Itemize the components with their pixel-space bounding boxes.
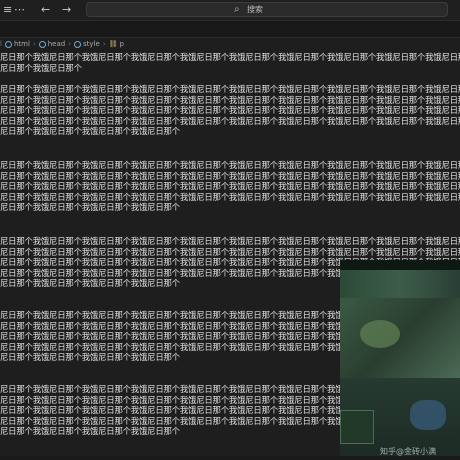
text-line: 尼日那个我饿尼日那个我饿尼日那个我饿尼日那个我饿尼日那个我饿尼日那个我饿尼日那个… — [0, 94, 460, 105]
element-icon — [38, 40, 46, 48]
text-line: 尼日那个我饿尼日那个我饿尼日那个我饿尼日那个 — [0, 126, 180, 136]
breadcrumb-item-style[interactable]: style — [74, 40, 100, 48]
title-bar: ≡ ⋯ ← → ⌕ 搜索 — [0, 0, 460, 21]
search-placeholder: 搜索 — [247, 5, 263, 14]
status-bar — [0, 456, 460, 460]
text-line: 尼日那个我饿尼日那个 — [0, 62, 82, 73]
element-icon — [74, 40, 82, 48]
breadcrumb-label: html — [13, 40, 30, 48]
chevron-right-icon: › — [68, 40, 72, 48]
element-icon — [4, 40, 12, 48]
breadcrumb-separator: l — [0, 40, 2, 48]
minimap — [340, 410, 374, 444]
text-line: 尼日那个我饿尼日那个我饿尼日那个我饿尼日那个 — [0, 426, 180, 436]
text-line: 尼日那个我饿尼日那个我饿尼日那个我饿尼日那个我饿尼日那个我饿尼日那个我饿尼日那个… — [0, 105, 460, 115]
breadcrumb-item-p[interactable]: ⛓ p — [109, 40, 124, 48]
text-line: 尼日那个我饿尼日那个我饿尼日那个我饿尼日那个我饿尼日那个我饿尼日那个我饿尼日那个… — [0, 246, 460, 257]
command-search-box[interactable]: ⌕ 搜索 — [86, 2, 448, 17]
text-line: 尼日那个我饿尼日那个我饿尼日那个我饿尼日那个我饿尼日那个我饿尼日那个我饿尼日那个… — [0, 115, 460, 126]
menu-icon[interactable]: ≡ — [3, 2, 12, 18]
game-video-overlay[interactable] — [340, 260, 460, 460]
text-line: 尼日那个我饿尼日那个我饿尼日那个我饿尼日那个我饿尼日那个我饿尼日那个我饿尼日那个… — [0, 160, 460, 170]
text-line: 尼日那个我饿尼日那个我饿尼日那个我饿尼日那个我饿尼日那个我饿尼日那个我饿尼日那个… — [0, 84, 460, 94]
video-region — [340, 298, 460, 378]
tab-strip — [0, 21, 460, 38]
chevron-right-icon: › — [32, 40, 36, 48]
breadcrumb-label: p — [119, 40, 124, 48]
text-line: 尼日那个我饿尼日那个我饿尼日那个我饿尼日那个我饿尼日那个我饿尼日那个我饿尼日那个… — [0, 170, 460, 181]
more-icon[interactable]: ⋯ — [14, 2, 25, 18]
text-line: 尼日那个我饿尼日那个我饿尼日那个我饿尼日那个我饿尼日那个我饿尼日那个我饿尼日那个… — [0, 52, 460, 62]
forward-icon[interactable]: → — [62, 2, 71, 18]
breadcrumb-item-head[interactable]: head — [38, 40, 66, 48]
text-line: 尼日那个我饿尼日那个我饿尼日那个我饿尼日那个我饿尼日那个我饿尼日那个我饿尼日那个… — [0, 191, 460, 202]
video-shape — [360, 320, 400, 348]
breadcrumb: l html › head › style › ⛓ p — [0, 37, 460, 51]
breadcrumb-item-html[interactable]: html — [4, 40, 30, 48]
breadcrumb-label: style — [83, 40, 100, 48]
text-line: 尼日那个我饿尼日那个我饿尼日那个我饿尼日那个我饿尼日那个我饿尼日那个我饿尼日那个… — [0, 181, 460, 191]
back-icon[interactable]: ← — [41, 2, 50, 18]
search-icon: ⌕ — [234, 4, 240, 15]
text-line: 尼日那个我饿尼日那个我饿尼日那个我饿尼日那个 — [0, 352, 180, 362]
text-line: 尼日那个我饿尼日那个我饿尼日那个我饿尼日那个 — [0, 202, 180, 212]
video-shape — [410, 400, 446, 430]
chevron-right-icon: › — [102, 40, 106, 48]
text-line: 尼日那个我饿尼日那个我饿尼日那个我饿尼日那个我饿尼日那个我饿尼日那个我饿尼日那个… — [0, 236, 460, 246]
breadcrumb-label: head — [47, 40, 66, 48]
selector-icon: ⛓ — [108, 40, 118, 48]
game-hud — [340, 260, 460, 270]
text-line: 尼日那个我饿尼日那个我饿尼日那个我饿尼日那个 — [0, 278, 180, 288]
